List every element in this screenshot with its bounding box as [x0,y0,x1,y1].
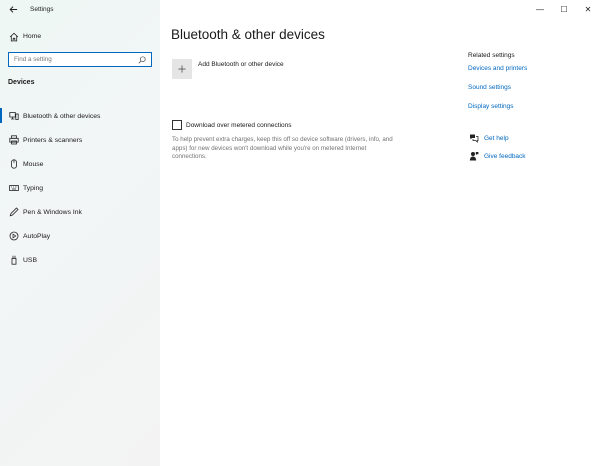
sidebar-item-pen[interactable]: Pen & Windows Ink [0,200,160,224]
window-controls: — ☐ ✕ [528,0,600,18]
sidebar-item-label: Pen & Windows Ink [23,208,82,216]
sidebar-item-typing[interactable]: Typing [0,176,160,200]
title-bar: Settings [0,0,160,18]
back-arrow-icon [9,5,17,13]
pen-icon [8,206,20,218]
search-input[interactable] [9,53,137,66]
sidebar-item-usb[interactable]: USB [0,248,160,272]
give-feedback-row[interactable]: Give feedback [468,150,598,162]
back-button[interactable] [2,0,24,18]
maximize-icon: ☐ [560,4,568,14]
link-sound-settings[interactable]: Sound settings [468,84,598,91]
sidebar-item-home[interactable]: Home [0,28,160,45]
sidebar-item-label: Typing [23,184,44,192]
maximize-button[interactable]: ☐ [552,0,576,18]
close-button[interactable]: ✕ [576,0,600,18]
sidebar-item-autoplay[interactable]: AutoPlay [0,224,160,248]
link-devices-and-printers[interactable]: Devices and printers [468,65,598,72]
sidebar-item-printers[interactable]: Printers & scanners [0,128,160,152]
home-icon [8,31,20,43]
give-feedback-link[interactable]: Give feedback [484,153,526,160]
related-settings-title: Related settings [468,52,515,59]
metered-checkbox-row[interactable]: Download over metered connections [172,120,292,130]
sidebar-item-label: Printers & scanners [23,136,83,144]
sidebar-item-label: USB [23,256,37,264]
app-title: Settings [30,5,54,13]
chat-help-icon [468,132,480,144]
minimize-icon: — [536,4,544,14]
printer-icon [8,134,20,146]
sidebar-item-label: Mouse [23,160,44,168]
search-box[interactable] [8,52,152,67]
get-help-row[interactable]: Get help [468,132,598,144]
usb-icon [8,254,20,266]
add-device-label: Add Bluetooth or other device [198,60,284,68]
sidebar-item-label: AutoPlay [23,232,51,240]
metered-description: To help prevent extra charges, keep this… [172,136,393,161]
sidebar-item-mouse[interactable]: Mouse [0,152,160,176]
get-help-link[interactable]: Get help [484,135,509,142]
sidebar-item-bluetooth[interactable]: Bluetooth & other devices [0,104,160,128]
autoplay-icon [8,230,20,242]
devices-nav-list: Bluetooth & other devices Printers & sca… [0,104,160,272]
add-device-button[interactable]: Add Bluetooth or other device [172,59,284,79]
feedback-person-icon [468,150,480,162]
plus-icon [172,59,192,79]
home-label: Home [23,33,42,40]
metered-checkbox[interactable] [172,120,182,130]
sidebar-item-label: Bluetooth & other devices [23,112,101,120]
page-title: Bluetooth & other devices [171,27,325,42]
mouse-icon [8,158,20,170]
search-icon[interactable] [137,55,147,65]
close-icon: ✕ [584,4,592,14]
section-title: Devices [8,79,35,86]
minimize-button[interactable]: — [528,0,552,18]
bluetooth-devices-icon [8,110,20,122]
sidebar: Settings Home Devices [0,0,160,466]
link-display-settings[interactable]: Display settings [468,103,598,110]
main-content: — ☐ ✕ Bluetooth & other devices Add Blue… [160,0,600,466]
keyboard-icon [8,182,20,194]
metered-label: Download over metered connections [186,121,292,129]
related-settings-panel: Related settings Devices and printers So… [468,52,598,168]
